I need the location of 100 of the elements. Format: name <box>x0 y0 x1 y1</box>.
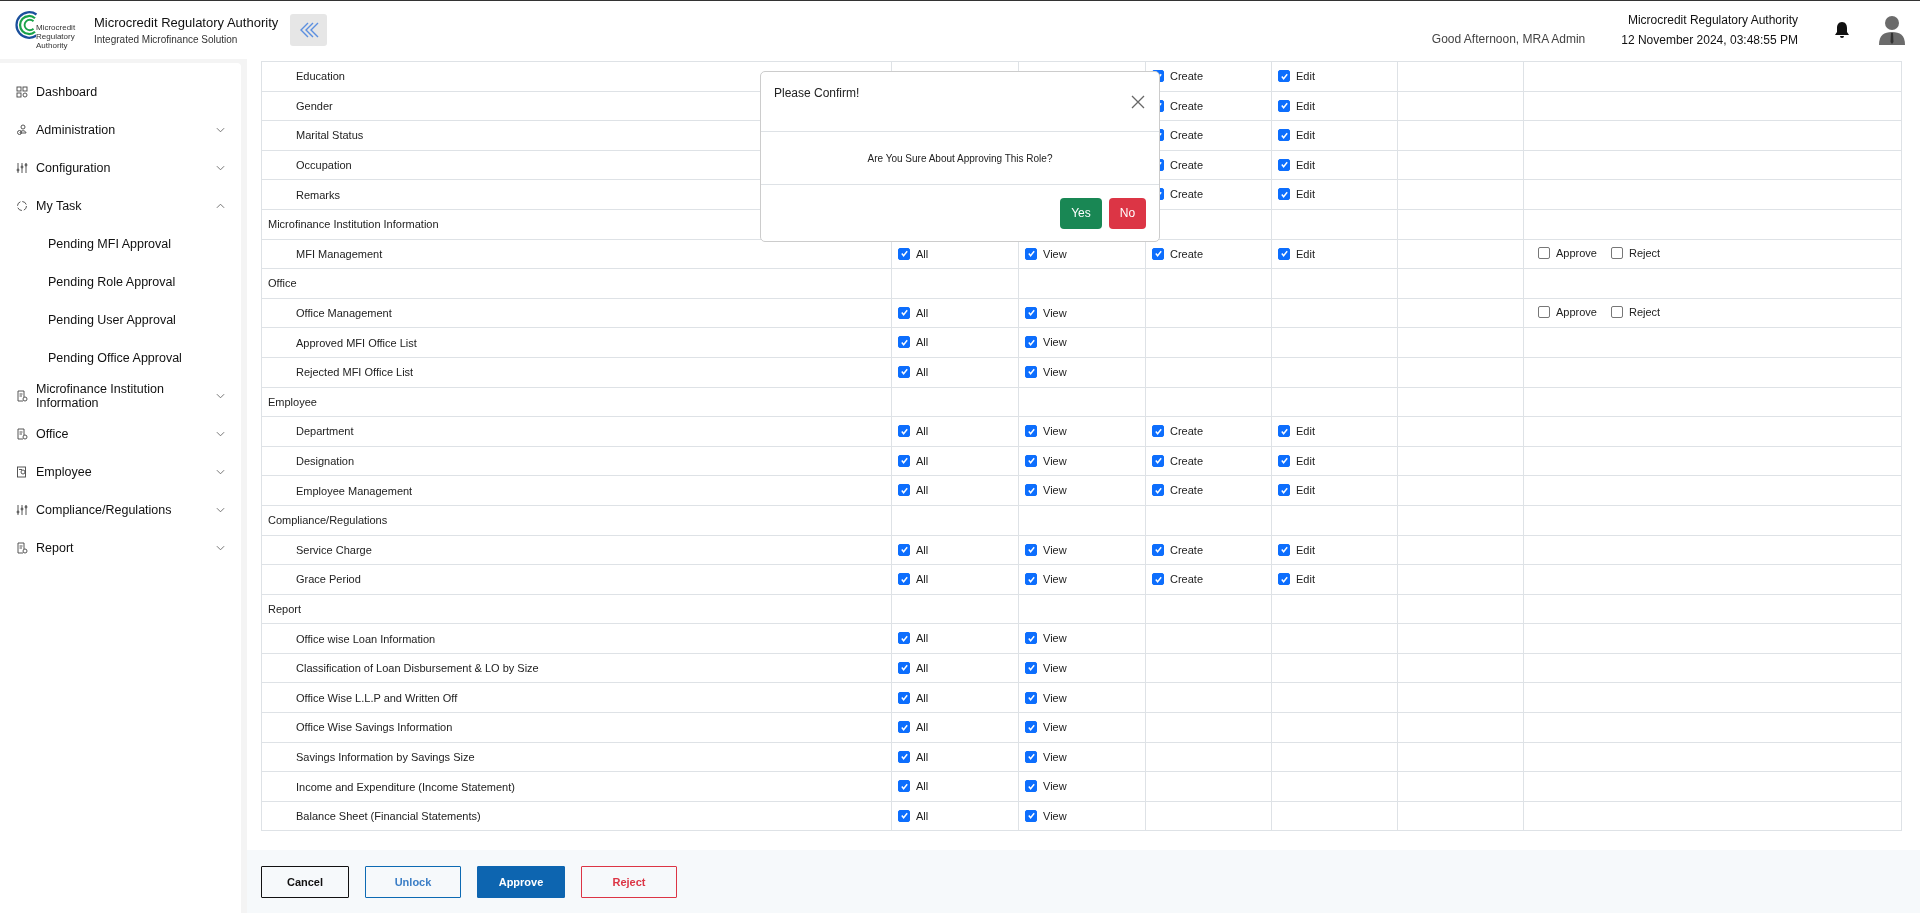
dialog-button[interactable]: Yes <box>1060 197 1102 229</box>
checkbox-label: View <box>1043 632 1067 645</box>
checkbox[interactable] <box>1025 721 1037 734</box>
checkbox-label: View <box>1043 425 1067 438</box>
sidebar-item[interactable]: Dashboard <box>0 73 241 111</box>
checkbox[interactable] <box>898 721 910 734</box>
collapse-sidebar-button[interactable] <box>290 14 328 46</box>
sidebar-item[interactable]: Microfinance Institution Information <box>0 377 241 415</box>
permission-name-cell: Office Wise Savings Information <box>261 712 892 743</box>
checkbox[interactable] <box>1278 573 1290 586</box>
sidebar-item[interactable]: Office <box>0 415 241 453</box>
checkbox[interactable] <box>898 809 910 822</box>
action-button[interactable]: Approve <box>477 866 565 898</box>
checkbox[interactable] <box>1278 158 1290 171</box>
checkbox[interactable] <box>1152 425 1164 438</box>
checkbox[interactable] <box>1025 306 1037 319</box>
checkbox[interactable] <box>1152 484 1164 497</box>
checkbox[interactable] <box>1025 809 1037 822</box>
action-button[interactable]: Reject <box>581 866 677 898</box>
checkbox[interactable] <box>1025 691 1037 704</box>
sidebar-item[interactable]: Configuration <box>0 149 241 187</box>
checkmark-icon <box>899 308 909 318</box>
checkmark-icon <box>1026 545 1036 555</box>
checkbox[interactable] <box>898 484 910 497</box>
checkbox[interactable] <box>898 336 910 349</box>
checkbox[interactable] <box>1278 188 1290 201</box>
checkbox[interactable] <box>1278 484 1290 497</box>
sidebar-item[interactable]: Administration <box>0 111 241 149</box>
checkbox[interactable] <box>1278 247 1290 260</box>
checkbox[interactable] <box>1152 454 1164 467</box>
close-icon[interactable] <box>1131 95 1145 109</box>
checkbox[interactable] <box>1025 336 1037 349</box>
checkbox[interactable] <box>898 454 910 467</box>
checkbox[interactable] <box>1278 543 1290 556</box>
checkbox[interactable] <box>1152 573 1164 586</box>
checkbox-label: Create <box>1170 129 1204 142</box>
checkbox[interactable] <box>1025 484 1037 497</box>
checkbox[interactable] <box>1152 247 1164 260</box>
checkbox[interactable] <box>898 780 910 793</box>
grid-icon <box>16 86 28 98</box>
checkbox[interactable] <box>1152 543 1164 556</box>
sidebar-item[interactable]: My Task <box>0 187 241 225</box>
checkbox[interactable] <box>898 366 910 378</box>
checkbox[interactable] <box>898 247 910 260</box>
sidebar-subitem[interactable]: Pending Office Approval <box>0 339 241 377</box>
checkbox[interactable] <box>1278 454 1290 467</box>
checkbox[interactable] <box>1611 246 1623 259</box>
sidebar-subitem[interactable]: Pending MFI Approval <box>0 225 241 263</box>
checkbox[interactable] <box>1538 306 1550 319</box>
checkbox[interactable] <box>1278 99 1290 112</box>
checkbox[interactable] <box>898 750 910 763</box>
sidebar-item[interactable]: Report <box>0 529 241 567</box>
checkbox[interactable] <box>1025 247 1037 260</box>
checkmark-icon <box>1279 485 1289 495</box>
permission-name-cell: Designation <box>261 446 892 476</box>
action-button[interactable]: Cancel <box>261 866 349 898</box>
checkmark-icon <box>1153 485 1163 495</box>
notification-bell-icon[interactable] <box>1834 21 1850 39</box>
checkbox[interactable] <box>898 543 910 556</box>
checkbox[interactable] <box>1538 246 1550 259</box>
greeting-text: Good Afternoon, MRA Admin <box>1431 32 1586 46</box>
sidebar-subitem[interactable]: Pending Role Approval <box>0 263 241 301</box>
user-avatar-icon[interactable] <box>1878 15 1906 45</box>
sidebar-item[interactable]: Employee <box>0 453 241 491</box>
checkbox[interactable] <box>1025 573 1037 586</box>
dialog-button[interactable]: No <box>1109 197 1146 229</box>
checkbox-label: All <box>916 573 929 586</box>
checkbox[interactable] <box>1278 129 1290 142</box>
sidebar-item-label: Office <box>36 427 70 441</box>
checkbox[interactable] <box>1025 661 1037 674</box>
checkmark-icon <box>1026 308 1036 318</box>
sidebar-item[interactable]: Compliance/Regulations <box>0 491 241 529</box>
checkmark-icon <box>1026 811 1036 821</box>
checkbox[interactable] <box>898 306 910 319</box>
checkbox[interactable] <box>898 661 910 674</box>
checkbox[interactable] <box>1611 306 1623 319</box>
checkbox[interactable] <box>1025 543 1037 556</box>
checkbox[interactable] <box>1278 425 1290 438</box>
checkbox[interactable] <box>898 632 910 645</box>
checkbox[interactable] <box>1025 454 1037 467</box>
checkmark-icon <box>1026 722 1036 732</box>
checkbox[interactable] <box>1278 70 1290 83</box>
users-icon <box>16 124 28 136</box>
checkbox-label: View <box>1043 306 1067 319</box>
checkbox-label: Edit <box>1296 247 1315 260</box>
checkbox[interactable] <box>1025 750 1037 763</box>
checkbox[interactable] <box>1025 425 1037 438</box>
checkbox-label: Edit <box>1296 158 1315 171</box>
checkbox-label: Create <box>1170 543 1204 556</box>
checkbox[interactable] <box>1025 780 1037 793</box>
checkbox[interactable] <box>898 425 910 438</box>
checkbox[interactable] <box>898 573 910 586</box>
checkmark-icon <box>1026 249 1036 259</box>
checkmark-icon <box>1279 249 1289 259</box>
action-button[interactable]: Unlock <box>365 866 461 898</box>
checkmark-icon <box>1153 574 1163 584</box>
sidebar-subitem[interactable]: Pending User Approval <box>0 301 241 339</box>
checkbox[interactable] <box>898 691 910 704</box>
checkbox[interactable] <box>1025 366 1037 378</box>
checkbox[interactable] <box>1025 632 1037 645</box>
